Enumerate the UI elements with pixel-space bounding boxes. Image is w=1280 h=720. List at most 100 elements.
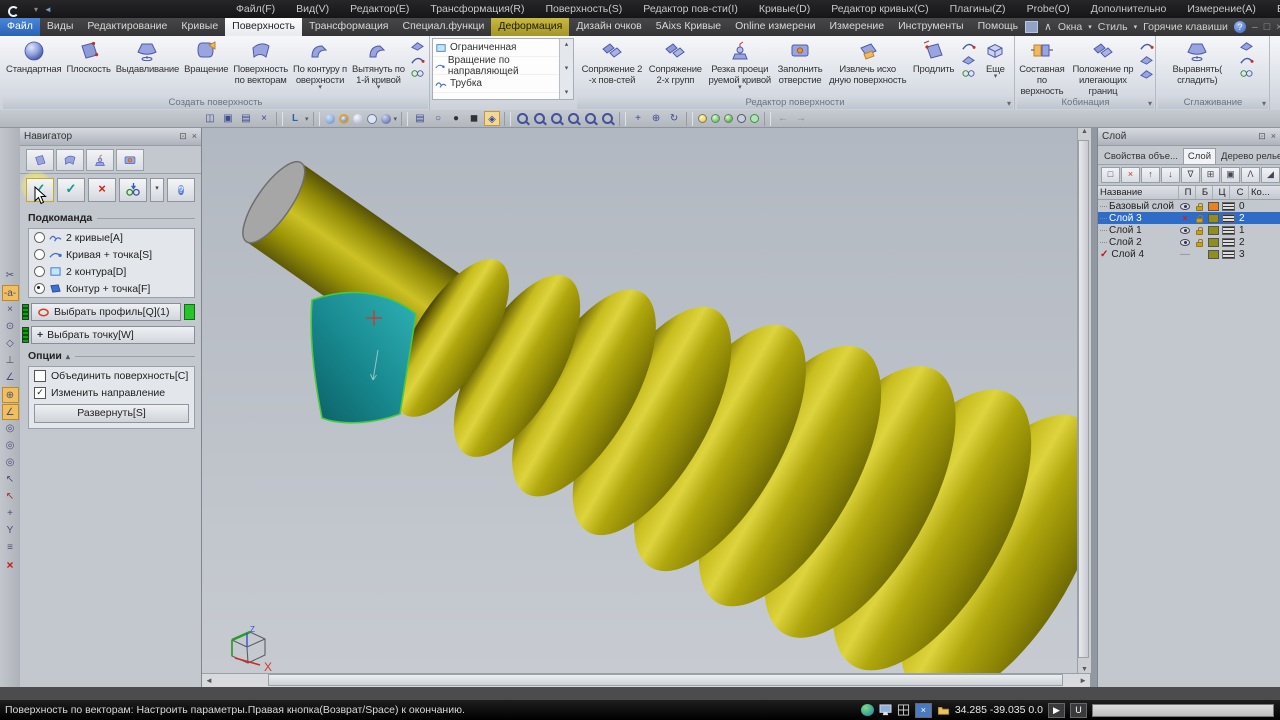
lock-icon[interactable] [1195,226,1203,235]
column-lock[interactable]: Б [1196,186,1213,199]
windows-dropdown-icon[interactable]: ▾ [1088,23,1092,31]
3d-viewport[interactable]: X Z [202,128,1077,673]
light-spot-icon[interactable] [724,114,734,123]
snap-tangent-icon[interactable]: ∠ [2,370,19,386]
delete-layer-icon[interactable]: × [1121,167,1140,183]
layer-lambda-icon[interactable]: Λ [1241,167,1260,183]
gallery-scrollbar[interactable]: ▴ ▾ ▾ [559,39,573,99]
tab-help[interactable]: Помощь [971,18,1026,36]
surface-by-vectors-button[interactable]: Поверхность по векторам [232,37,289,95]
line-style-icon[interactable] [1221,201,1235,211]
axis-dropdown-icon[interactable]: ▾ [305,115,309,123]
window-split-icon[interactable]: ▤ [238,111,254,126]
windows-menu[interactable]: Окна [1058,21,1082,33]
highlight-edges-icon[interactable]: ◈ [484,111,501,126]
mini-edit-icon-3[interactable] [961,67,976,80]
surface-outline-icon[interactable]: ○ [430,111,446,126]
light-green-icon[interactable] [711,114,721,123]
render-flat-icon[interactable] [366,113,377,124]
menu-probe[interactable]: Probe(O) [1021,2,1076,16]
window-close-icon[interactable]: × [256,111,272,126]
navigator-tab-stamp[interactable] [86,149,114,171]
gallery-scroll-up-icon[interactable]: ▴ [565,39,569,51]
pick-remove-icon[interactable]: ↖ [2,489,19,505]
column-style[interactable]: С [1230,186,1249,199]
doc-restore-button[interactable]: □ [1264,21,1270,33]
extrude-button[interactable]: Выдавливание [115,37,180,95]
collapse-icon[interactable]: ◄ [44,5,52,14]
shading-sphere-icon-2[interactable]: ◎ [2,438,19,454]
lock-icon[interactable] [1195,202,1203,211]
mini-smooth-icon-1[interactable] [1239,39,1254,52]
mini-combo-icon-3[interactable] [1139,67,1154,80]
merge-dropdown-icon[interactable]: ▾ [150,178,164,202]
composite-surface-button[interactable]: Составная по верхность [1016,37,1068,97]
mini-combo-icon-2[interactable] [1139,53,1154,66]
rotate-view-icon[interactable]: ⊕ [648,111,664,126]
mini-surface-icon-1[interactable] [410,39,425,52]
environment-icon[interactable] [750,114,760,123]
adjacent-borders-button[interactable]: Положение пр илегающих границ [1068,37,1138,97]
render-dropdown-icon[interactable]: ▾ [394,115,398,123]
snap-polygon-icon[interactable]: ◇ [2,336,19,352]
surface-display-icon[interactable]: ▤ [412,111,428,126]
menu-curve-editor[interactable]: Редактор кривых(C) [825,2,934,16]
group-dropdown-icon[interactable]: ▾ [1262,98,1266,110]
doc-close-button[interactable]: × [1276,21,1280,33]
blend-two-surfaces-button[interactable]: Сопряжение 2 -х пов-стей [581,37,644,95]
gallery-item-revolve-guide[interactable]: Вращение по направляющей [433,55,559,77]
merge-options-button[interactable] [119,178,147,202]
style-menu[interactable]: Стиль [1098,21,1128,33]
snap-text-icon[interactable]: -a- [1,285,19,301]
layer-row-1[interactable]: Слой 1 1 [1098,224,1280,236]
navigator-close-icon[interactable]: × [192,131,197,142]
menu-surface-editor[interactable]: Редактор пов-сти(I) [637,2,744,16]
monitor-icon[interactable] [879,704,892,716]
zoom-in-icon[interactable] [517,113,529,124]
window-cascade-icon[interactable]: ◫ [202,111,218,126]
layer-row-base[interactable]: Базовый слой 0 [1098,200,1280,212]
group-dropdown-icon[interactable]: ▾ [1007,98,1011,110]
menu-measure[interactable]: Измерение(A) [1181,2,1262,16]
folder-status-icon[interactable] [937,704,950,716]
hotkeys-menu[interactable]: Горячие клавиши [1143,21,1228,33]
window-tile-icon[interactable]: ▣ [220,111,236,126]
menu-editor[interactable]: Редактор(E) [344,2,415,16]
subcommand-option-curve-point[interactable]: Кривая + точка[S] [29,246,194,263]
help-button[interactable]: ? [167,178,195,202]
line-style-icon[interactable] [1221,225,1235,235]
snap-trim-icon[interactable]: ✂ [2,268,19,284]
menu-plugins[interactable]: Плагины(Z) [944,2,1012,16]
merge-layers-icon[interactable]: ⊞ [1201,167,1220,183]
menu-transform[interactable]: Трансформация(R) [424,2,530,16]
zoom-out-icon[interactable] [534,113,546,124]
redo-view-icon[interactable]: → [793,111,809,126]
snap-center-icon[interactable]: ⊙ [2,319,19,335]
sweep-first-curve-button[interactable]: Вытянуть по 1-й кривой [351,37,406,95]
spin-view-icon[interactable]: ↻ [666,111,682,126]
blend-two-groups-button[interactable]: Сопряжение 2-х групп [648,37,703,95]
mini-surface-icon-2[interactable] [410,53,425,66]
layer-color-swatch[interactable] [1207,237,1219,247]
line-style-icon[interactable] [1221,237,1235,247]
visibility-eye-icon[interactable] [1180,238,1190,246]
layers-pin-icon[interactable]: ⊡ [1258,131,1266,142]
subcommand-option-2curves[interactable]: 2 кривые[A] [29,229,194,246]
menu-more[interactable]: Еще(T) [1271,2,1280,16]
options-collapse-icon[interactable]: ▴ [66,352,70,361]
mini-edit-icon-2[interactable] [961,53,976,66]
navigator-tab-surface[interactable] [56,149,84,171]
pan-icon[interactable]: + [630,111,646,126]
radio-icon[interactable] [34,232,45,243]
layer-color-swatch[interactable] [1207,201,1219,211]
tab-layer[interactable]: Слой [1182,148,1217,164]
units-button[interactable]: U [1070,702,1087,718]
align-smooth-button[interactable]: Выравнять( сгладить) [1171,37,1223,95]
layer-color-swatch[interactable] [1207,225,1219,235]
visibility-eye-icon[interactable] [1180,202,1190,210]
radio-icon-selected[interactable] [34,283,45,294]
scroll-up-icon[interactable]: ▲ [1081,128,1088,135]
zoom-previous-icon[interactable] [602,113,614,124]
gallery-scroll-down-icon[interactable]: ▾ [565,63,569,75]
layer-sort-icon[interactable]: ◢ [1261,167,1280,183]
